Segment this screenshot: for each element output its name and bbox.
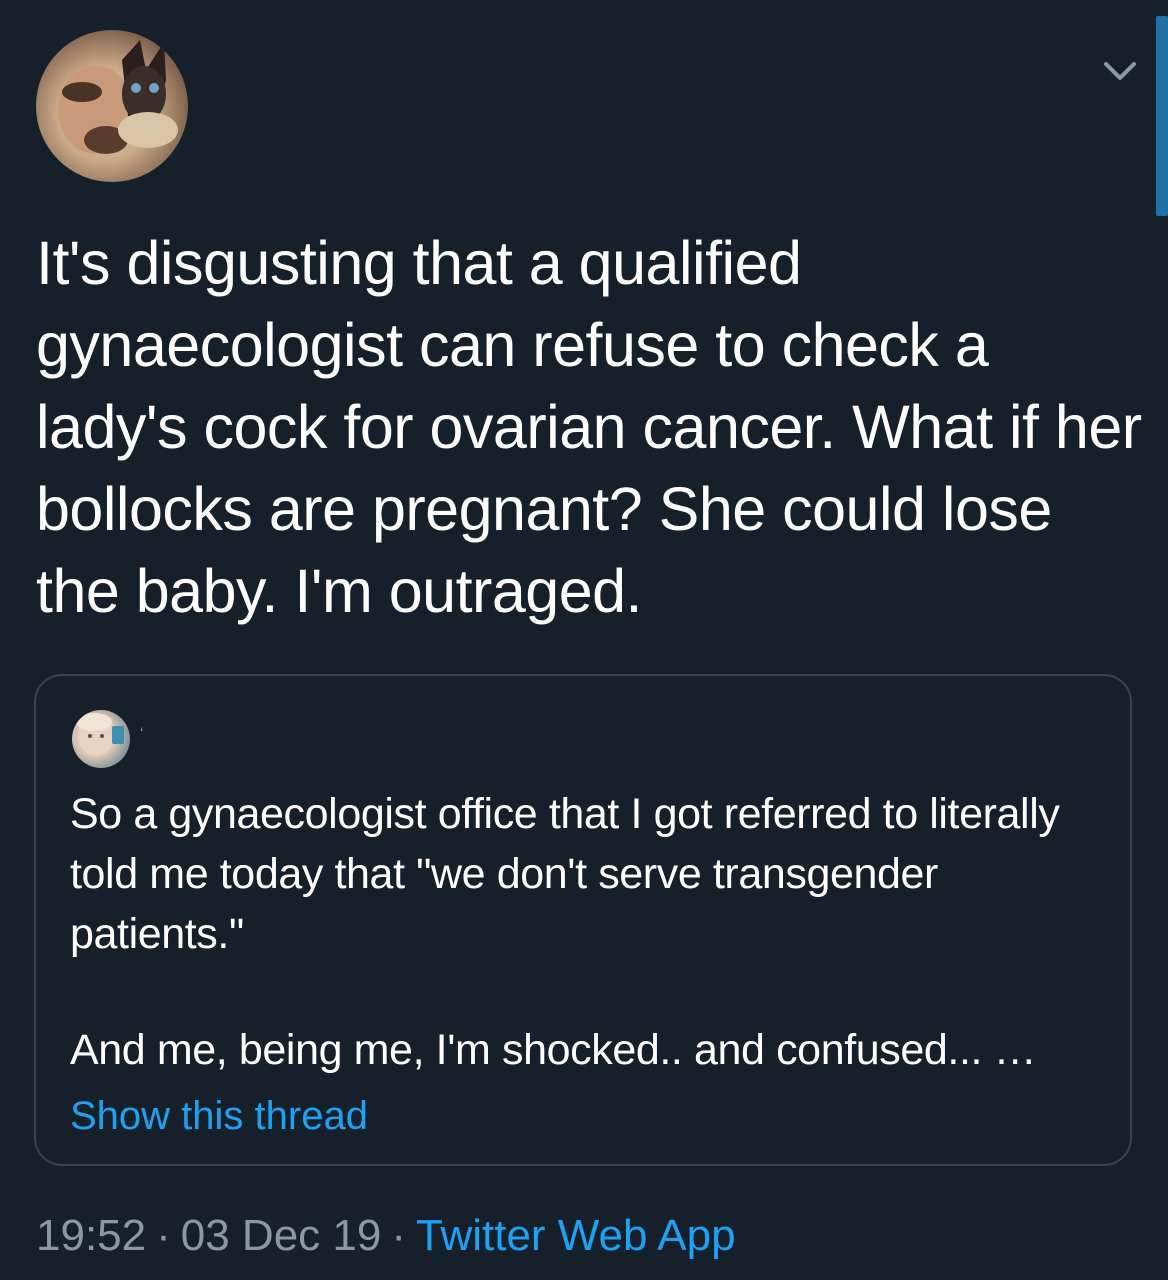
quoted-tweet-card[interactable]: ʻ So a gynaecologist office that I got r… xyxy=(34,674,1132,1166)
quoted-avatar-image xyxy=(76,713,124,756)
tweet-date[interactable]: 03 Dec 19 xyxy=(181,1211,382,1260)
quoted-user-name[interactable]: ʻ xyxy=(140,726,144,744)
separator: · xyxy=(391,1211,406,1260)
quoted-user-avatar[interactable] xyxy=(72,710,130,768)
quoted-tweet-text: So a gynaecologist office that I got ref… xyxy=(70,790,1060,958)
tweet-time[interactable]: 19:52 xyxy=(36,1211,146,1260)
tweet-text: It's disgusting that a qualified gynaeco… xyxy=(36,229,1142,625)
quoted-tweet-text-continued: And me, being me, I'm shocked.. and conf… xyxy=(70,1026,1037,1074)
tweet-source-link[interactable]: Twitter Web App xyxy=(416,1211,736,1260)
scrollbar[interactable] xyxy=(1156,16,1168,216)
tweet: It's disgusting that a qualified gynaeco… xyxy=(0,0,1168,1280)
show-thread-link[interactable]: Show this thread xyxy=(70,1086,368,1146)
tweet-metadata: 19:52 · 03 Dec 19 · Twitter Web App xyxy=(36,1206,736,1266)
avatar-image xyxy=(58,40,178,154)
separator: · xyxy=(156,1211,171,1260)
user-avatar[interactable] xyxy=(36,30,188,182)
chevron-down-icon[interactable] xyxy=(1100,56,1140,86)
